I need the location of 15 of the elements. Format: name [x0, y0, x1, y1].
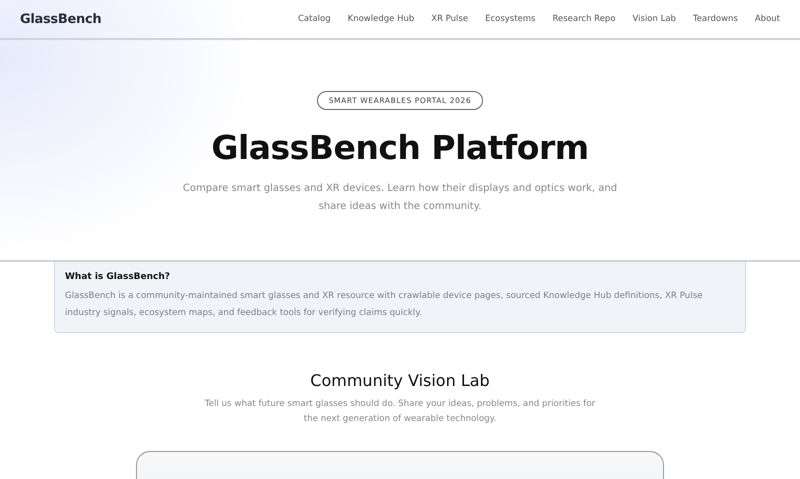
nav-link[interactable]: Teardowns [692, 14, 738, 24]
info-text: GlassBench is a community-maintained smart glasses and XR resource with crawlable device pages, sourced Knowledge Hub definitions, XR Pulse industry signals, ecosystem maps, and feedback tools for verifying claims quickly. [65, 290, 704, 320]
nav-link[interactable]: About [754, 14, 780, 24]
hero-title: GlassBench Platform [211, 128, 589, 167]
nav-link[interactable]: Vision Lab [632, 14, 676, 24]
nav-link[interactable]: Catalog [298, 14, 331, 24]
hero-subtitle: Compare smart glasses and XR devices. Learn how their displays and optics work, and share ideas with the community. [182, 182, 618, 214]
nav-link[interactable]: Research Repo [552, 14, 616, 24]
nav-link[interactable]: Knowledge Hub [348, 14, 414, 24]
section-description: Tell us what future smart glasses should do. Share your ideas, problems, and priorities for the next generation of wearable technology. [204, 398, 596, 426]
nav-link[interactable]: Ecosystems [485, 14, 536, 24]
nav-link[interactable]: XR Pulse [431, 14, 468, 24]
site-logo[interactable]: GlassBench [20, 12, 102, 26]
section-title: Community Vision Lab [310, 371, 490, 390]
info-title: What is GlassBench? [65, 272, 172, 282]
